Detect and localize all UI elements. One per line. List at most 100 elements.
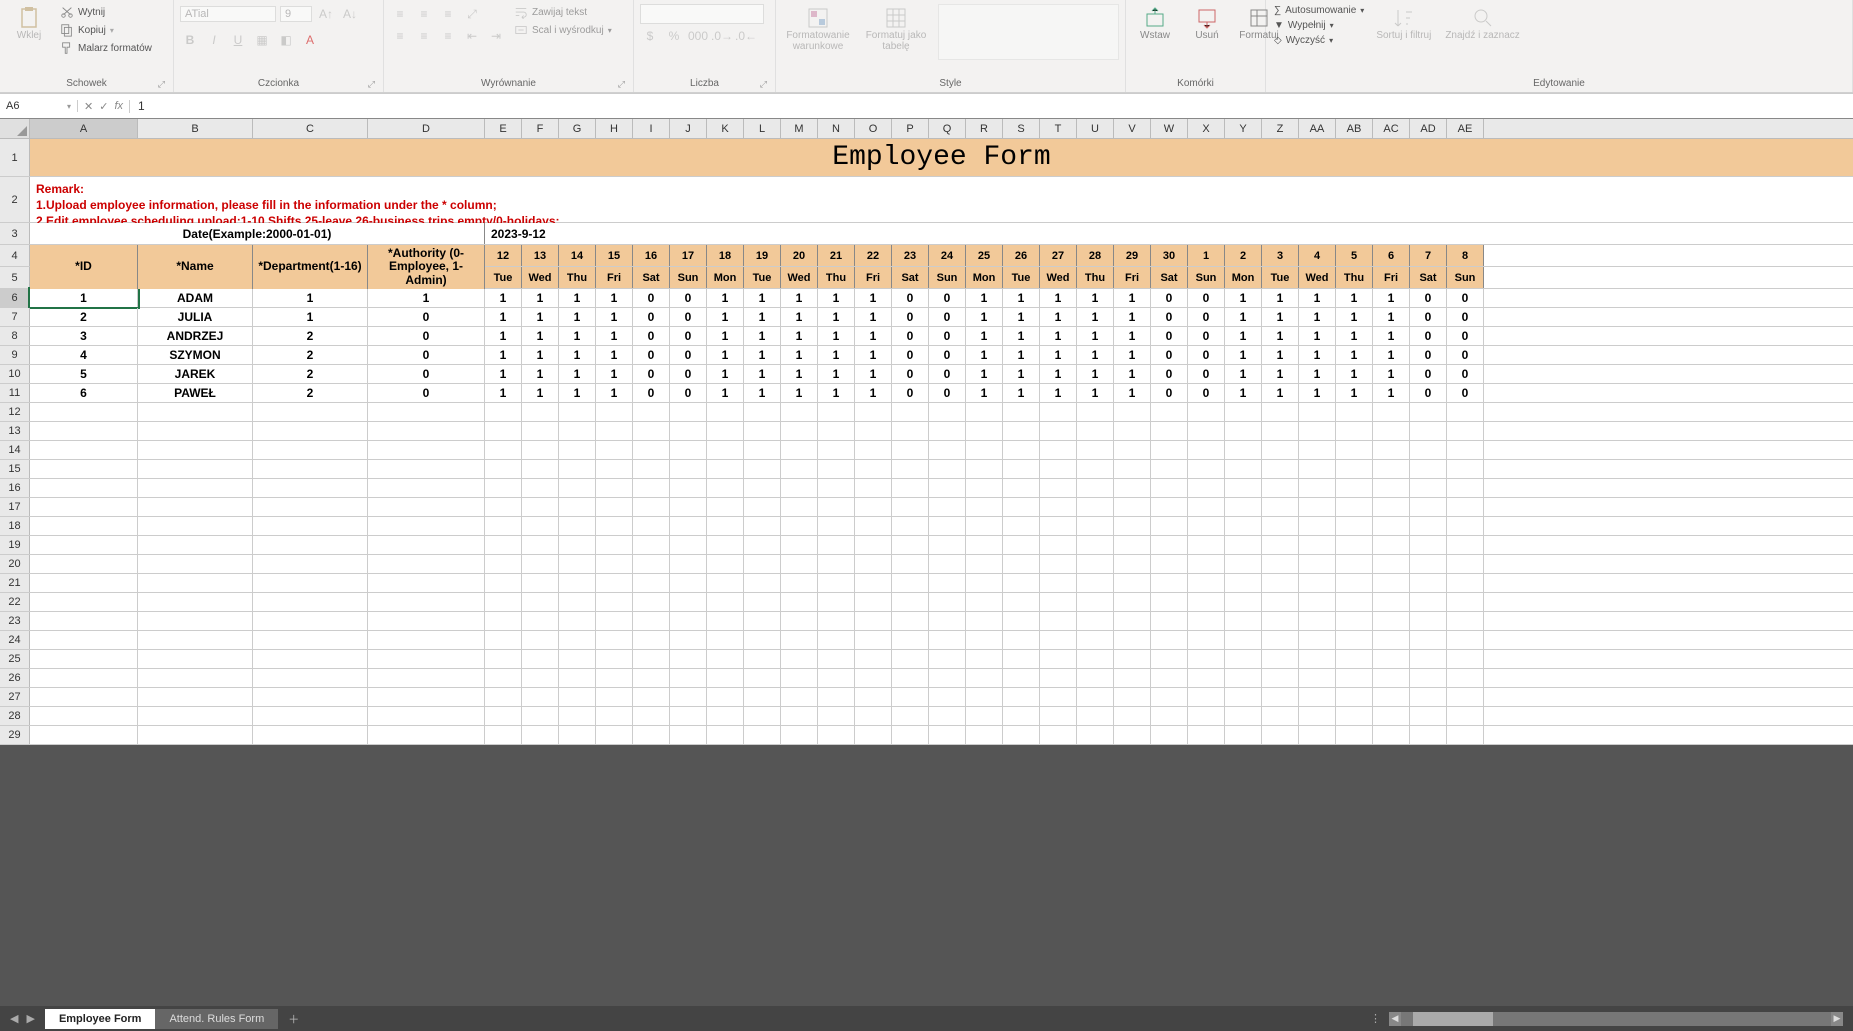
day-num-header[interactable]: 15 — [596, 245, 633, 266]
empty-cell[interactable] — [30, 669, 138, 687]
empty-cell[interactable] — [781, 536, 818, 554]
empty-cell[interactable] — [1299, 422, 1336, 440]
empty-cell[interactable] — [1151, 555, 1188, 573]
day-name-header[interactable]: Sun — [929, 267, 966, 288]
data-cell[interactable]: 1 — [368, 289, 485, 307]
dialog-launcher-icon[interactable]: ⤢ — [158, 79, 165, 90]
empty-cell[interactable] — [368, 517, 485, 535]
empty-cell[interactable] — [1003, 593, 1040, 611]
day-num-header[interactable]: 13 — [522, 245, 559, 266]
empty-cell[interactable] — [30, 441, 138, 459]
empty-cell[interactable] — [707, 403, 744, 421]
row-header[interactable]: 21 — [0, 574, 30, 592]
schedule-cell[interactable]: 0 — [892, 327, 929, 345]
empty-cell[interactable] — [818, 517, 855, 535]
bold-button[interactable]: B — [180, 30, 200, 50]
column-header-AC[interactable]: AC — [1373, 119, 1410, 138]
schedule-cell[interactable]: 1 — [818, 384, 855, 402]
schedule-cell[interactable]: 0 — [633, 365, 670, 383]
empty-cell[interactable] — [1447, 479, 1484, 497]
empty-cell[interactable] — [781, 479, 818, 497]
empty-cell[interactable] — [1336, 574, 1373, 592]
schedule-cell[interactable]: 1 — [522, 308, 559, 326]
empty-cell[interactable] — [138, 536, 253, 554]
schedule-cell[interactable]: 1 — [1003, 365, 1040, 383]
empty-cell[interactable] — [818, 479, 855, 497]
empty-cell[interactable] — [966, 631, 1003, 649]
row-header[interactable]: 26 — [0, 669, 30, 687]
empty-cell[interactable] — [522, 517, 559, 535]
empty-cell[interactable] — [1410, 555, 1447, 573]
column-header-H[interactable]: H — [596, 119, 633, 138]
empty-cell[interactable] — [1077, 612, 1114, 630]
align-bottom-button[interactable]: ≡ — [438, 4, 458, 24]
empty-cell[interactable] — [1114, 650, 1151, 668]
empty-cell[interactable] — [596, 479, 633, 497]
row-header[interactable]: 10 — [0, 365, 30, 383]
empty-cell[interactable] — [253, 498, 368, 516]
column-header-Q[interactable]: Q — [929, 119, 966, 138]
schedule-cell[interactable]: 1 — [1114, 327, 1151, 345]
empty-cell[interactable] — [966, 593, 1003, 611]
column-header-AD[interactable]: AD — [1410, 119, 1447, 138]
empty-cell[interactable] — [966, 707, 1003, 725]
empty-cell[interactable] — [744, 574, 781, 592]
empty-cell[interactable] — [1299, 669, 1336, 687]
empty-cell[interactable] — [892, 669, 929, 687]
empty-cell[interactable] — [781, 403, 818, 421]
empty-cell[interactable] — [1225, 726, 1262, 744]
empty-cell[interactable] — [855, 517, 892, 535]
empty-cell[interactable] — [1299, 536, 1336, 554]
empty-cell[interactable] — [670, 669, 707, 687]
schedule-cell[interactable]: 1 — [1336, 346, 1373, 364]
row-header[interactable]: 28 — [0, 707, 30, 725]
empty-cell[interactable] — [966, 650, 1003, 668]
day-num-header[interactable]: 29 — [1114, 245, 1151, 266]
empty-cell[interactable] — [670, 612, 707, 630]
empty-cell[interactable] — [744, 688, 781, 706]
empty-cell[interactable] — [1003, 460, 1040, 478]
schedule-cell[interactable]: 1 — [1040, 346, 1077, 364]
empty-cell[interactable] — [633, 479, 670, 497]
schedule-cell[interactable]: 1 — [818, 346, 855, 364]
schedule-cell[interactable]: 1 — [1077, 384, 1114, 402]
empty-cell[interactable] — [1447, 536, 1484, 554]
empty-cell[interactable] — [1262, 669, 1299, 687]
empty-cell[interactable] — [855, 536, 892, 554]
empty-cell[interactable] — [966, 422, 1003, 440]
empty-cell[interactable] — [1410, 688, 1447, 706]
day-name-header[interactable]: Mon — [707, 267, 744, 288]
day-num-header[interactable]: 8 — [1447, 245, 1484, 266]
empty-cell[interactable] — [1447, 498, 1484, 516]
schedule-cell[interactable]: 0 — [670, 308, 707, 326]
empty-cell[interactable] — [855, 688, 892, 706]
empty-cell[interactable] — [1151, 403, 1188, 421]
empty-cell[interactable] — [1114, 726, 1151, 744]
row-header[interactable]: 8 — [0, 327, 30, 345]
schedule-cell[interactable]: 0 — [929, 365, 966, 383]
empty-cell[interactable] — [1262, 441, 1299, 459]
empty-cell[interactable] — [368, 479, 485, 497]
empty-cell[interactable] — [1077, 707, 1114, 725]
empty-cell[interactable] — [1225, 631, 1262, 649]
schedule-cell[interactable]: 1 — [707, 346, 744, 364]
empty-cell[interactable] — [781, 726, 818, 744]
empty-cell[interactable] — [1040, 593, 1077, 611]
empty-cell[interactable] — [707, 612, 744, 630]
day-num-header[interactable]: 27 — [1040, 245, 1077, 266]
empty-cell[interactable] — [1077, 441, 1114, 459]
empty-cell[interactable] — [1003, 612, 1040, 630]
schedule-cell[interactable]: 1 — [707, 365, 744, 383]
empty-cell[interactable] — [1336, 479, 1373, 497]
empty-cell[interactable] — [1003, 650, 1040, 668]
schedule-cell[interactable]: 0 — [929, 384, 966, 402]
data-cell[interactable]: 2 — [253, 384, 368, 402]
empty-cell[interactable] — [596, 536, 633, 554]
day-num-header[interactable]: 2 — [1225, 245, 1262, 266]
schedule-cell[interactable]: 0 — [929, 308, 966, 326]
empty-cell[interactable] — [1077, 517, 1114, 535]
empty-cell[interactable] — [253, 612, 368, 630]
empty-cell[interactable] — [1225, 517, 1262, 535]
empty-cell[interactable] — [138, 555, 253, 573]
empty-cell[interactable] — [559, 422, 596, 440]
